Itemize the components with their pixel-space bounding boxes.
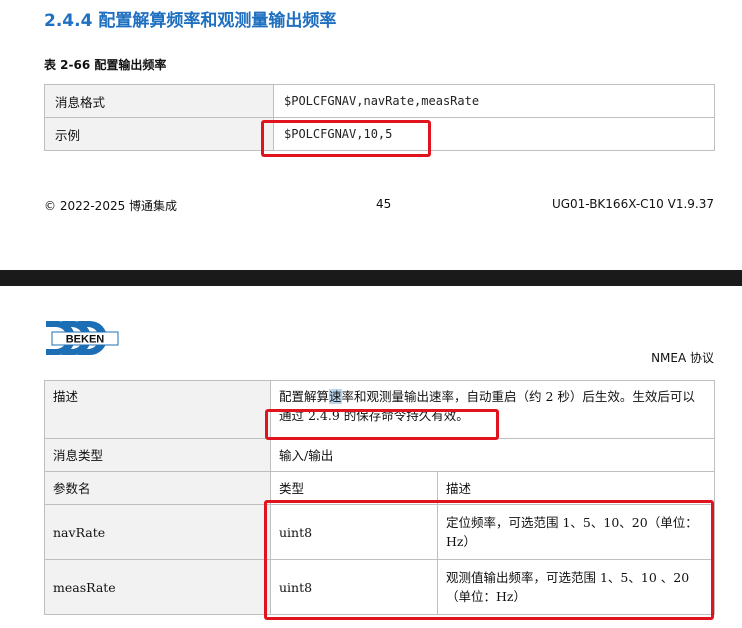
logo-text: BEKEN bbox=[66, 334, 105, 346]
msg-type-value: 输入/输出 bbox=[270, 438, 715, 472]
row-label-message-format: 消息格式 bbox=[44, 84, 274, 118]
beken-logo: BEKEN bbox=[44, 318, 120, 358]
desc-text-part1: 配置解算 bbox=[279, 389, 330, 404]
highlight-box-persist-note bbox=[265, 409, 499, 440]
table-row: 消息格式 $POLCFGNAV,navRate,measRate bbox=[44, 84, 715, 118]
section-title: 2.4.4 配置解算频率和观测量输出频率 bbox=[44, 11, 337, 31]
footer-page-number: 45 bbox=[376, 197, 392, 211]
desc-text-highlight: 速 bbox=[329, 389, 342, 404]
row-label-example: 示例 bbox=[44, 117, 274, 151]
param-name-header: 参数名 bbox=[44, 471, 271, 505]
footer-doc-id: UG01-BK166X-C10 V1.9.37 bbox=[551, 197, 714, 211]
row-value-message-format: $POLCFGNAV,navRate,measRate bbox=[273, 84, 715, 118]
param-name: measRate bbox=[44, 559, 271, 615]
param-name: navRate bbox=[44, 504, 271, 560]
desc-label: 描述 bbox=[44, 380, 271, 439]
highlight-box-params bbox=[264, 500, 714, 620]
table-caption: 表 2-66 配置输出频率 bbox=[44, 58, 167, 72]
table-row: 消息类型 输入/输出 bbox=[44, 438, 715, 472]
footer-copyright: © 2022-2025 博通集成 bbox=[44, 199, 178, 213]
msg-type-label: 消息类型 bbox=[44, 438, 271, 472]
header-protocol: NMEA 协议 bbox=[651, 351, 714, 365]
highlight-box-example bbox=[261, 120, 431, 157]
page-separator bbox=[0, 270, 742, 286]
